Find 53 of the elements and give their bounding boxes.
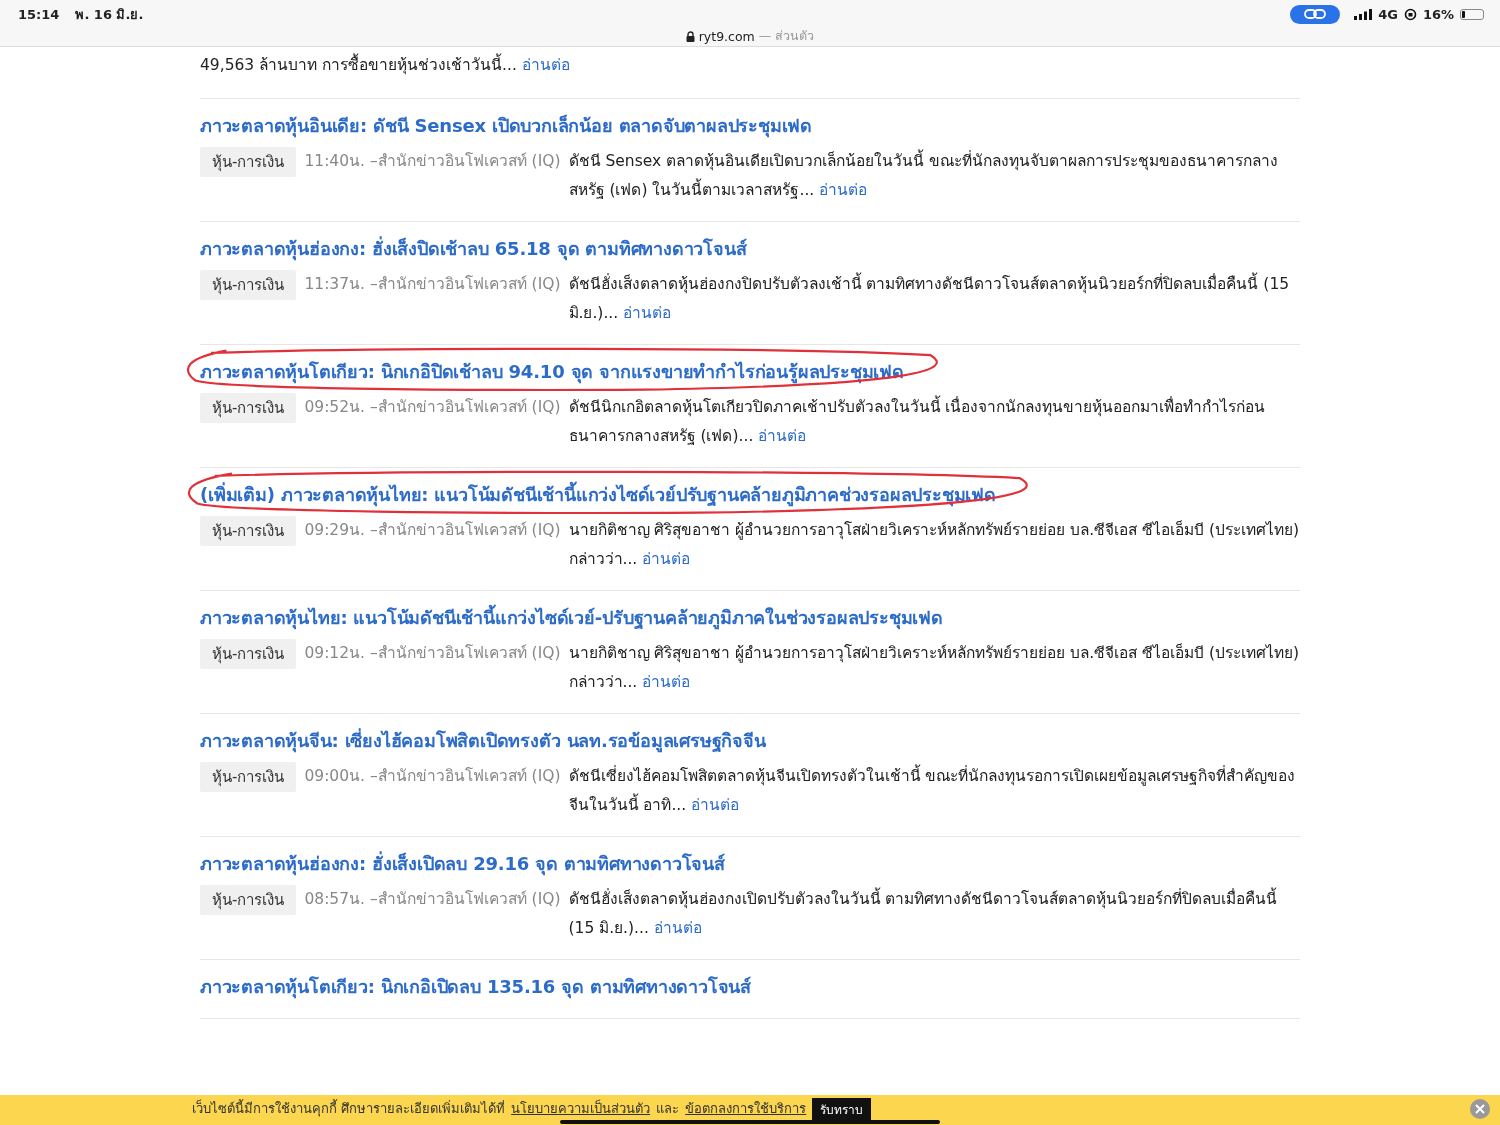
close-button[interactable] (1470, 1099, 1490, 1119)
article-title[interactable]: ภาวะตลาดหุ้นฮ่องกง: ฮั่งเส็งปิดเช้าลบ 65.18 จุด ตามทิศทางดาวโจนส์ (200, 238, 747, 259)
article-title[interactable]: ภาวะตลาดหุ้นอินเดีย: ดัชนี Sensex เปิดบวกเล็กน้อย ตลาดจับตาผลประชุมเฟด (200, 115, 812, 136)
article-summary: ดัชนีฮั่งเส็งตลาดหุ้นฮ่องกงปิดปรับตัวลงเช้านี้ ตามทิศทางดัชนีดาวโจนส์ตลาดหุ้นนิวยอร์กที่ปิดลบเมื่อคืนนี้ (15 มิ.ย.)... อ่านต่อ (568, 270, 1300, 328)
category-tag[interactable]: หุ้น-การเงิน (200, 762, 297, 792)
article-title[interactable]: ภาวะตลาดหุ้นโตเกียว: นิกเกอิเปิดลบ 135.16 จุด ตามทิศทางดาวโจนส์ (200, 976, 751, 997)
orientation-lock-icon (1403, 7, 1417, 21)
article-summary: ดัชนีเซี่ยงไฮ้คอมโพสิตตลาดหุ้นจีนเปิดทรงตัวในเช้านี้ ขณะที่นักลงทุนรอการเปิดเผยข้อมูลเศรษฐกิจที่สำคัญของจีนในวันนี้ อาทิ... อ่านต่อ (568, 762, 1300, 820)
network-label: 4G (1378, 6, 1398, 22)
article-time: 11:40น. –สำนักข่าวอินโฟเควสท์ (IQ) (304, 151, 561, 172)
read-more-link[interactable]: อ่านต่อ (623, 304, 672, 322)
article-time: 09:52น. –สำนักข่าวอินโฟเควสท์ (IQ) (304, 397, 561, 418)
read-more-link[interactable]: อ่านต่อ (691, 796, 740, 814)
conjunction-text: และ (656, 1100, 680, 1118)
close-icon (1475, 1104, 1485, 1114)
private-mode-label: — ส่วนตัว (758, 27, 815, 45)
battery-icon (1460, 8, 1484, 20)
read-more-link[interactable]: อ่านต่อ (653, 919, 702, 937)
article-title[interactable]: ภาวะตลาดหุ้นจีน: เซี่ยงไฮ้คอมโพสิตเปิดทรงตัว นลท.รอข้อมูลเศรษฐกิจจีน (200, 730, 766, 751)
terms-link[interactable]: ข้อตกลงการใช้บริการ (685, 1098, 807, 1119)
category-tag[interactable]: หุ้น-การเงิน (200, 516, 297, 546)
read-more-link[interactable]: อ่านต่อ (758, 427, 807, 445)
article-time: 11:37น. –สำนักข่าวอินโฟเควสท์ (IQ) (304, 274, 561, 295)
article-time: 09:12น. –สำนักข่าวอินโฟเควสท์ (IQ) (304, 643, 561, 664)
article-time: 09:00น. –สำนักข่าวอินโฟเควสท์ (IQ) (304, 766, 561, 787)
category-tag[interactable]: หุ้น-การเงิน (200, 270, 297, 300)
category-tag[interactable]: หุ้น-การเงิน (200, 639, 297, 669)
category-tag[interactable]: หุ้น-การเงิน (200, 147, 297, 177)
article-summary: ดัชนี Sensex ตลาดหุ้นอินเดียเปิดบวกเล็กน้อยในวันนี้ ขณะที่นักลงทุนจับตาผลการประชุมของธนาคารกลางสหรัฐ (เฟด) ในวันนี้ตามเวลาสหรัฐ... อ่านต่อ (568, 147, 1300, 205)
status-time: 15:14 (18, 6, 60, 22)
url-domain[interactable]: ryt9.com (698, 28, 755, 44)
article-summary: นายกิติชาญ ศิริสุขอาชา ผู้อำนวยการอาวุโสฝ่ายวิเคราะห์หลักทรัพย์รายย่อย บล.ซีจีเอส ซีไอเอ็มบี (ประเทศไทย) กล่าวว่า... อ่านต่อ (568, 519, 1300, 570)
category-tag[interactable]: หุ้น-การเงิน (200, 885, 297, 915)
read-more-link[interactable]: อ่านต่อ (521, 56, 570, 74)
read-more-link[interactable]: อ่านต่อ (819, 181, 868, 199)
article-time: 09:29น. –สำนักข่าวอินโฟเควสท์ (IQ) (304, 520, 561, 541)
category-tag[interactable]: หุ้น-การเงิน (200, 393, 297, 423)
article-summary: ดัชนีฮั่งเส็งตลาดหุ้นฮ่องกงเปิดปรับตัวลงในวันนี้ ตามทิศทางดัชนีดาวโจนส์ตลาดหุ้นนิวยอร์กที่ปิดลบเมื่อคืนนี้ (15 มิ.ย.)... อ่านต่อ (568, 885, 1300, 943)
read-more-link[interactable]: อ่านต่อ (642, 550, 691, 568)
battery-percent: 16% (1422, 6, 1454, 22)
article-title[interactable]: ภาวะตลาดหุ้นฮ่องกง: ฮั่งเส็งเปิดลบ 29.16 จุด ตามทิศทางดาวโจนส์ (200, 853, 725, 874)
signal-icon (1354, 8, 1373, 20)
accept-button[interactable]: รับทราบ (812, 1098, 872, 1121)
status-date: พ. 16 มิ.ย. (75, 5, 144, 24)
link-icon[interactable] (1290, 4, 1341, 24)
article-time: 08:57น. –สำนักข่าวอินโฟเควสท์ (IQ) (304, 889, 561, 910)
cookie-notice-text: เว็บไซต์นี้มีการใช้งานคุกกี้ ศึกษารายละเอียดเพิ่มเติมได้ที่ (192, 1098, 506, 1119)
lock-icon (685, 30, 695, 42)
article-title[interactable]: ภาวะตลาดหุ้นโตเกียว: นิกเกอิปิดเช้าลบ 94.10 จุด จากแรงขายทำกำไรก่อนรู้ผลประชุมเฟด (200, 361, 904, 382)
article-summary: ดัชนีนิกเกอิตลาดหุ้นโตเกียวปิดภาคเช้าปรับตัวลงในวันนี้ เนื่องจากนักลงทุนขายหุ้นออกมาเพื่อทำกำไรก่อนธนาคารกลางสหรัฐ (เฟด)... อ่านต่อ (568, 393, 1300, 451)
article-summary: นายกิติชาญ ศิริสุขอาชา ผู้อำนวยการอาวุโสฝ่ายวิเคราะห์หลักทรัพย์รายย่อย บล.ซีจีเอส ซีไอเอ็มบี (ประเทศไทย) กล่าวว่า... อ่านต่อ (568, 642, 1300, 693)
read-more-link[interactable]: อ่านต่อ (642, 673, 691, 691)
privacy-policy-link[interactable]: นโยบายความเป็นส่วนตัว (511, 1098, 651, 1119)
